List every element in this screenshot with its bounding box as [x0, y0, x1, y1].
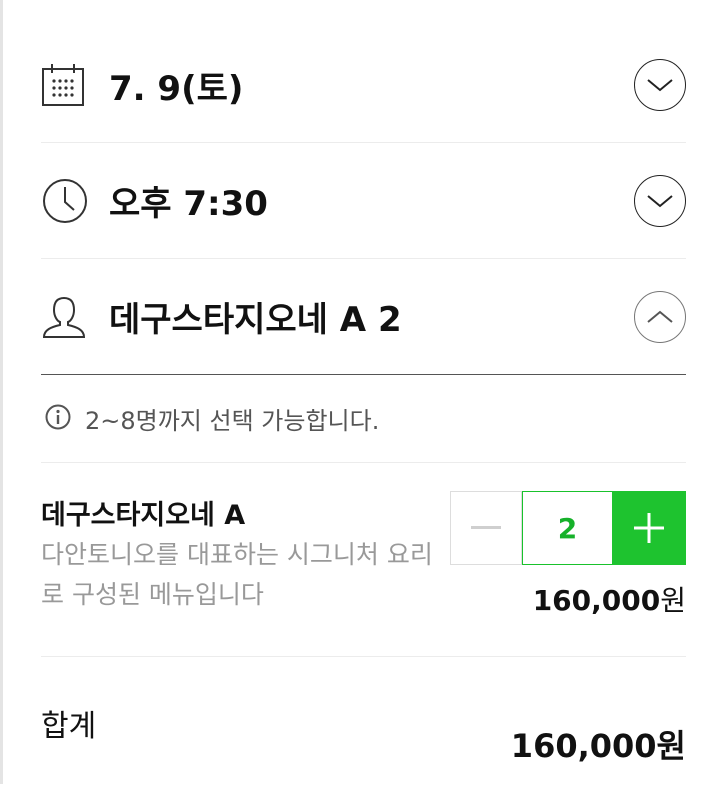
- decrease-button[interactable]: [450, 491, 522, 565]
- chevron-up-icon: [647, 310, 673, 323]
- chevron-down-icon: [647, 79, 673, 92]
- quantity-value: 2: [522, 491, 612, 565]
- date-row[interactable]: 7. 9(토): [41, 0, 686, 143]
- time-label: 오후 7:30: [109, 184, 268, 224]
- quantity-stepper: 2: [450, 491, 686, 565]
- total-price: 160,000원: [511, 721, 686, 767]
- minus-icon: [471, 526, 501, 529]
- notice-text: 2~8명까지 선택 가능합니다.: [85, 407, 380, 435]
- menu-price-amount: 160,000: [532, 584, 661, 617]
- clock-icon: [41, 175, 93, 227]
- time-row[interactable]: 오후 7:30: [41, 143, 686, 259]
- total-price-amount: 160,000: [510, 727, 657, 765]
- total-section: 합계 160,000원: [41, 657, 686, 787]
- guest-label: 데구스타지오네 A 2: [109, 300, 402, 340]
- menu-name: 데구스타지오네 A: [41, 500, 246, 531]
- calendar-icon: [41, 59, 93, 111]
- total-price-currency: 원: [656, 727, 686, 765]
- info-icon: [45, 404, 71, 434]
- menu-item: 데구스타지오네 A 다안토니오를 대표하는 시그니처 요리로 구성된 메뉴입니다…: [41, 463, 686, 657]
- increase-button[interactable]: [612, 491, 686, 565]
- person-icon: [41, 291, 93, 343]
- menu-description: 다안토니오를 대표하는 시그니처 요리로 구성된 메뉴입니다: [41, 540, 433, 609]
- booking-panel: 7. 9(토) 오후 7:30 데구스타지오네 A 2 2~8명까지 선택 가능…: [41, 0, 686, 787]
- menu-price: 160,000원: [533, 579, 686, 619]
- chevron-down-icon: [647, 194, 673, 207]
- date-label: 7. 9(토): [109, 68, 244, 109]
- guest-toggle-button[interactable]: [634, 290, 686, 343]
- left-border: [0, 0, 3, 784]
- plus-icon: [634, 513, 664, 543]
- guest-row[interactable]: 데구스타지오네 A 2: [41, 259, 686, 375]
- time-toggle-button[interactable]: [634, 174, 686, 227]
- date-toggle-button[interactable]: [634, 59, 686, 111]
- total-label: 합계: [41, 709, 97, 744]
- menu-price-currency: 원: [660, 584, 686, 617]
- guest-range-notice: 2~8명까지 선택 가능합니다.: [41, 375, 686, 463]
